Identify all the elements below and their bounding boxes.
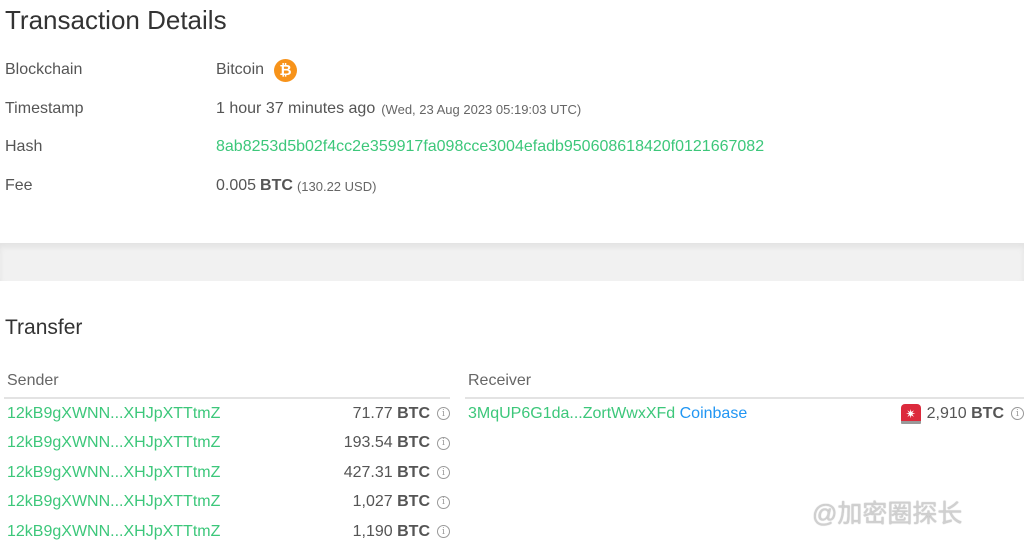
sender-row: 12kB9gXWNN...XHJpXTTtmZ 71.77 BTC i — [4, 399, 450, 429]
receiver-entity-link[interactable]: Coinbase — [680, 405, 748, 422]
info-icon[interactable]: i — [1011, 407, 1024, 421]
fee-amount: 0.005 — [216, 177, 257, 194]
receiver-address-link[interactable]: 3MqUP6G1da...ZortWwxXFd — [468, 405, 675, 422]
sender-unit: BTC — [397, 404, 430, 422]
sender-address-link[interactable]: 12kB9gXWNN...XHJpXTTtmZ — [7, 434, 220, 451]
blockchain-value: Bitcoin — [216, 61, 265, 78]
sender-row: 12kB9gXWNN...XHJpXTTtmZ 427.31 BTC i — [4, 458, 450, 488]
sender-row: 12kB9gXWNN...XHJpXTTtmZ 1,190 BTC i — [4, 517, 450, 547]
sender-row: 12kB9gXWNN...XHJpXTTtmZ 1,027 BTC i — [4, 488, 450, 518]
timestamp-label: Timestamp — [5, 100, 84, 117]
receiver-row: 3MqUP6G1da...ZortWwxXFd Coinbase ✷ 2,910… — [465, 399, 1024, 429]
receiver-amount: 2,910 — [926, 404, 967, 422]
receiver-column: Receiver 3MqUP6G1da...ZortWwxXFd Coinbas… — [465, 370, 1024, 429]
info-icon[interactable]: i — [437, 407, 450, 421]
sender-row: 12kB9gXWNN...XHJpXTTtmZ 193.54 BTC i — [4, 429, 450, 459]
fee-label: Fee — [5, 177, 33, 194]
fee-row: Fee 0.005 BTC (130.22 USD) — [5, 176, 376, 196]
sender-unit: BTC — [397, 434, 430, 452]
receiver-header: Receiver — [465, 370, 1024, 399]
alarm-icon: ✷ — [900, 403, 921, 424]
sender-address-link[interactable]: 12kB9gXWNN...XHJpXTTtmZ — [7, 464, 220, 481]
bitcoin-icon: ₿ — [274, 58, 298, 82]
sender-amount: 1,027 — [352, 493, 393, 511]
sender-column: Sender 12kB9gXWNN...XHJpXTTtmZ 71.77 BTC i… — [4, 370, 450, 547]
sender-unit: BTC — [397, 493, 430, 511]
timestamp-absolute: (Wed, 23 Aug 2023 05:19:03 UTC) — [381, 101, 582, 117]
page-title: Transaction Details — [5, 5, 227, 35]
blockchain-label: Blockchain — [5, 61, 83, 78]
sender-amount: 193.54 — [343, 434, 393, 452]
sender-unit: BTC — [397, 522, 430, 540]
sender-unit: BTC — [397, 463, 430, 481]
fee-unit: BTC — [260, 177, 293, 194]
blockchain-row: Blockchain Bitcoin ₿ — [5, 58, 298, 82]
hash-link[interactable]: 8ab8253d5b02f4cc2e359917fa098cce3004efad… — [216, 138, 764, 156]
info-icon[interactable]: i — [437, 436, 450, 450]
receiver-unit: BTC — [971, 404, 1004, 422]
fee-usd: (130.22 USD) — [296, 178, 377, 194]
info-icon[interactable]: i — [437, 525, 450, 539]
sender-amount: 71.77 — [352, 404, 393, 422]
transfer-heading: Transfer — [5, 316, 83, 339]
timestamp-row: Timestamp 1 hour 37 minutes ago (Wed, 23 … — [5, 99, 581, 119]
sender-amount: 427.31 — [343, 463, 393, 481]
hash-label: Hash — [5, 138, 43, 155]
sender-address-link[interactable]: 12kB9gXWNN...XHJpXTTtmZ — [7, 405, 220, 422]
watermark: @加密圈探长 — [812, 500, 963, 528]
info-icon[interactable]: i — [437, 466, 450, 480]
info-icon[interactable]: i — [437, 495, 450, 509]
sender-address-link[interactable]: 12kB9gXWNN...XHJpXTTtmZ — [7, 523, 220, 540]
sender-amount: 1,190 — [352, 522, 393, 540]
sender-address-link[interactable]: 12kB9gXWNN...XHJpXTTtmZ — [7, 493, 220, 510]
sender-header: Sender — [4, 370, 450, 399]
section-divider — [0, 243, 1024, 281]
timestamp-relative: 1 hour 37 minutes ago — [216, 100, 376, 117]
hash-row: Hash 8ab8253d5b02f4cc2e359917fa098cce300… — [5, 137, 764, 157]
